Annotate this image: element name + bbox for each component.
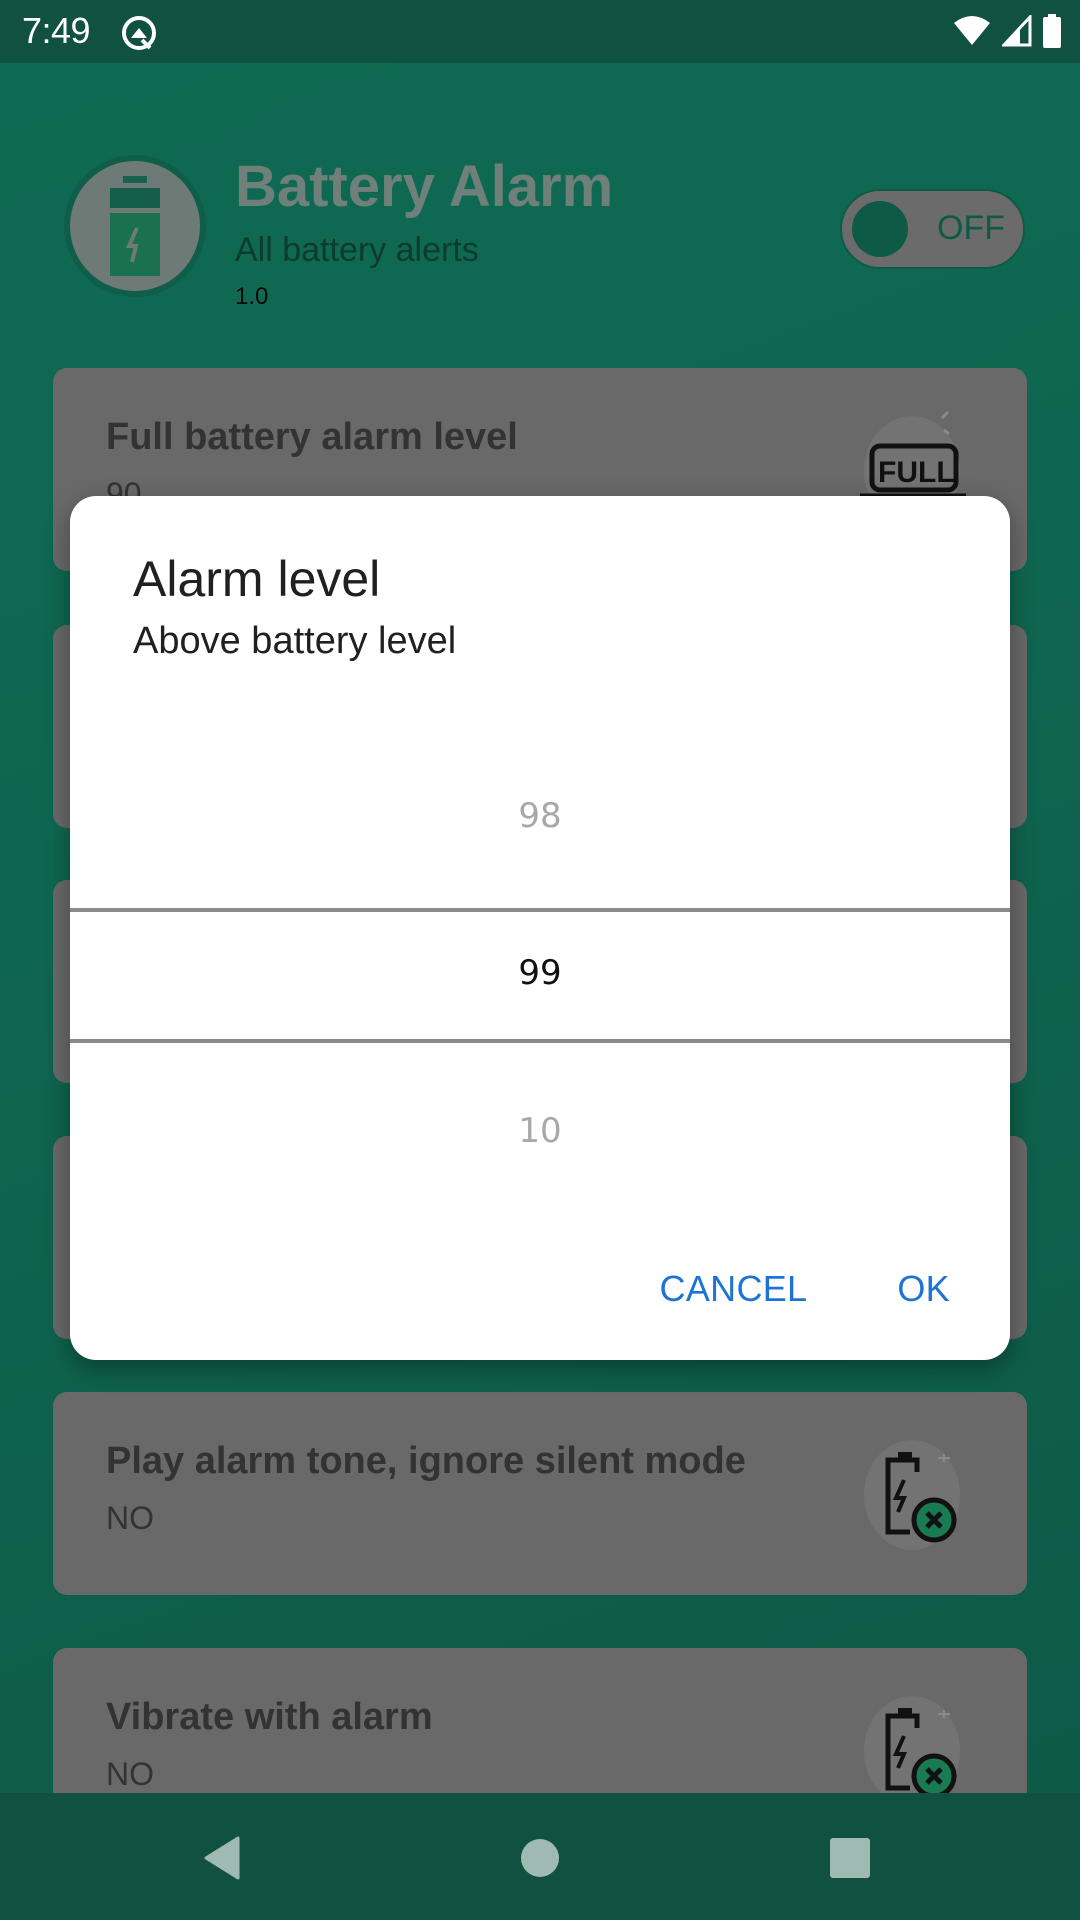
recents-icon[interactable]: [825, 1833, 875, 1883]
battery-charging-icon: [110, 176, 160, 276]
app-subtitle: All battery alerts: [235, 231, 479, 269]
setting-title: Full battery alarm level: [106, 416, 518, 458]
picker-divider-bottom: [70, 1039, 1010, 1043]
picker-next-value[interactable]: 10: [70, 1111, 1010, 1151]
setting-title: Play alarm tone, ignore silent mode: [106, 1440, 746, 1482]
setting-card-vibrate[interactable]: Vibrate with alarm NO: [53, 1648, 1027, 1793]
toggle-knob: [852, 201, 908, 257]
app-notification-icon: [122, 16, 156, 50]
app-logo: [64, 155, 206, 297]
svg-text:FULL: FULL: [878, 456, 955, 489]
picker-previous-value[interactable]: 98: [70, 796, 1010, 836]
back-icon[interactable]: [200, 1833, 250, 1883]
picker-divider-top: [70, 908, 1010, 912]
dialog-actions: CANCEL OK: [660, 1268, 950, 1310]
cell-signal-icon: [1002, 15, 1032, 47]
cancel-button[interactable]: CANCEL: [660, 1268, 808, 1310]
dialog-subtitle: Above battery level: [133, 620, 457, 662]
battery-icon: [1043, 14, 1061, 48]
battery-disabled-icon: [852, 1432, 972, 1552]
master-alarm-toggle[interactable]: OFF: [840, 189, 1025, 269]
dialog-title: Alarm level: [133, 551, 381, 607]
navigation-bar: [0, 1793, 1080, 1920]
setting-card-ignore-silent-mode[interactable]: Play alarm tone, ignore silent mode NO: [53, 1392, 1027, 1595]
alarm-level-dialog: Alarm level Above battery level 98 99 10…: [70, 496, 1010, 1360]
picker-selected-value[interactable]: 99: [70, 953, 1010, 993]
app-version: 1.0: [235, 283, 269, 310]
app-title: Battery Alarm: [235, 154, 614, 219]
setting-title: Vibrate with alarm: [106, 1696, 433, 1738]
setting-value: NO: [106, 1500, 154, 1536]
wifi-icon: [954, 16, 990, 45]
status-time: 7:49: [22, 10, 91, 51]
ok-button[interactable]: OK: [897, 1268, 950, 1310]
status-bar: 7:49: [0, 0, 1080, 63]
home-icon[interactable]: [515, 1833, 565, 1883]
setting-value: NO: [106, 1756, 154, 1792]
battery-disabled-icon: [852, 1688, 972, 1793]
toggle-label: OFF: [937, 209, 1005, 247]
